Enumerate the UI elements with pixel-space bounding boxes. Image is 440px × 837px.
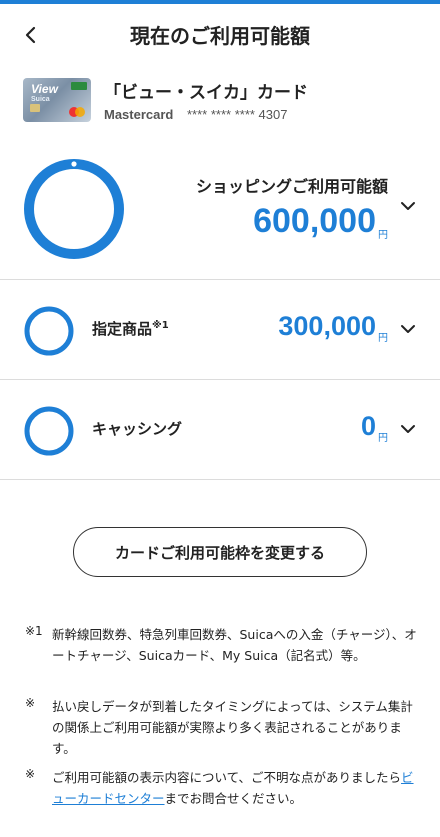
designated-items-text: 指定商品 (92, 320, 153, 338)
note-mark: ※1 (25, 624, 43, 638)
shopping-available-amount: 600,000 (253, 202, 376, 240)
note-text: ご利用可能額の表示内容について、ご不明な点がありましたらビューカードセンターまで… (52, 767, 420, 809)
card-brand: Mastercard (104, 107, 174, 122)
note-text: 払い戻しデータが到着したタイミングによっては、システム集計の関係上ご利用可能額が… (52, 699, 413, 756)
cashing-ring (24, 406, 74, 456)
card-logo: View (31, 82, 58, 96)
chevron-down-icon[interactable] (398, 319, 418, 339)
note-mark: ※ (25, 696, 36, 710)
cashing-label: キャッシング (92, 420, 183, 438)
page-title: 現在のご利用可能額 (130, 24, 310, 48)
shopping-available-label: ショッピングご利用可能額 (195, 177, 388, 196)
card-info: View Suica 「ビュー・スイカ」カード Mastercard **** … (0, 70, 440, 132)
shopping-usage-ring (24, 159, 124, 259)
note-text-before: ご利用可能額の表示内容について、ご不明な点がありましたら (52, 770, 402, 785)
card-number: **** **** **** 4307 (187, 107, 288, 122)
footnote-mark: ※1 (152, 320, 169, 331)
note-text: 新幹線回数券、特急列車回数券、Suicaへの入金（チャージ）、オートチャージ、S… (52, 627, 417, 663)
cashing-row: キャッシング 0 円 (0, 381, 440, 480)
chevron-down-icon[interactable] (398, 419, 418, 439)
designated-items-unit: 円 (378, 333, 388, 344)
header: 現在のご利用可能額 (0, 4, 440, 66)
designated-items-row: 指定商品※1 300,000 円 (0, 281, 440, 380)
note-text-after: までお問合せください。 (164, 791, 303, 806)
designated-items-ring (24, 306, 74, 356)
card-sub-logo: Suica (31, 96, 50, 103)
change-credit-limit-button[interactable]: カードご利用可能枠を変更する (73, 527, 367, 577)
cashing-amount: 0 (360, 411, 376, 441)
mastercard-circle-yellow (75, 107, 85, 117)
cashing-unit: 円 (378, 433, 388, 444)
shopping-available-section: ショッピングご利用可能額 600,000 円 (0, 140, 440, 280)
designated-items-label: 指定商品※1 (92, 318, 169, 339)
card-chip (30, 104, 40, 112)
chevron-down-icon[interactable] (398, 196, 418, 216)
note-mark: ※ (25, 767, 36, 781)
shopping-amount-unit: 円 (378, 230, 388, 241)
card-name: 「ビュー・スイカ」カード (104, 83, 308, 103)
designated-items-amount: 300,000 (278, 311, 376, 341)
card-image: View Suica (23, 78, 91, 122)
card-tag (71, 82, 87, 90)
